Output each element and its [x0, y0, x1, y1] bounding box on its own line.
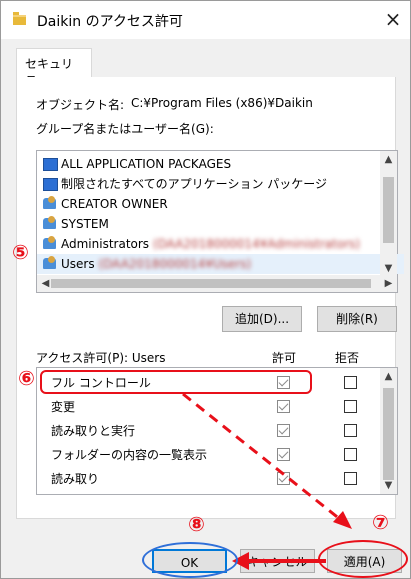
step-8-marker: ⑧ [188, 512, 205, 536]
step-5-marker: ⑤ [12, 240, 29, 264]
dashed-arrow-line [182, 392, 347, 526]
annotation-overlay [182, 392, 352, 570]
highlight-ok-button [142, 542, 238, 578]
highlight-full-control [40, 370, 312, 394]
highlight-apply-button [318, 540, 408, 578]
arrow-head-icon [333, 511, 352, 529]
step-7-marker: ⑦ [372, 510, 389, 534]
step-6-marker: ⑥ [18, 366, 35, 390]
